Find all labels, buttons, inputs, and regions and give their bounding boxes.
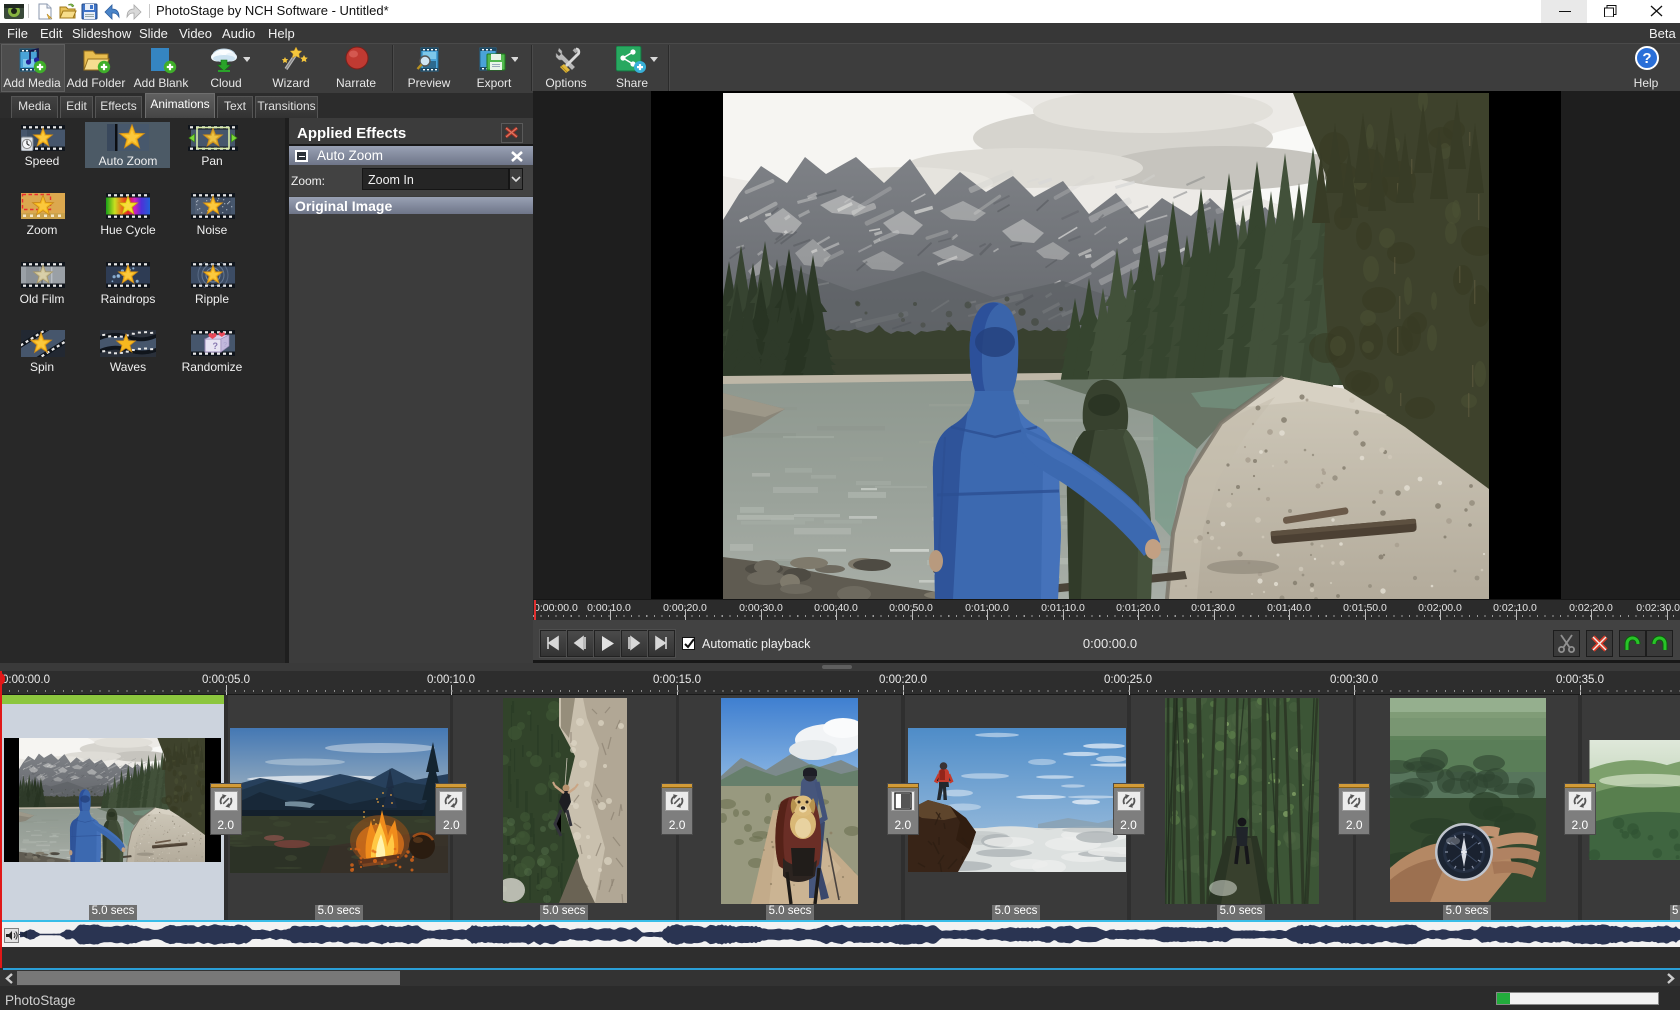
svg-text:?: ? (223, 342, 227, 349)
svg-text:?: ? (212, 341, 218, 351)
svg-text:?: ? (1642, 50, 1651, 67)
